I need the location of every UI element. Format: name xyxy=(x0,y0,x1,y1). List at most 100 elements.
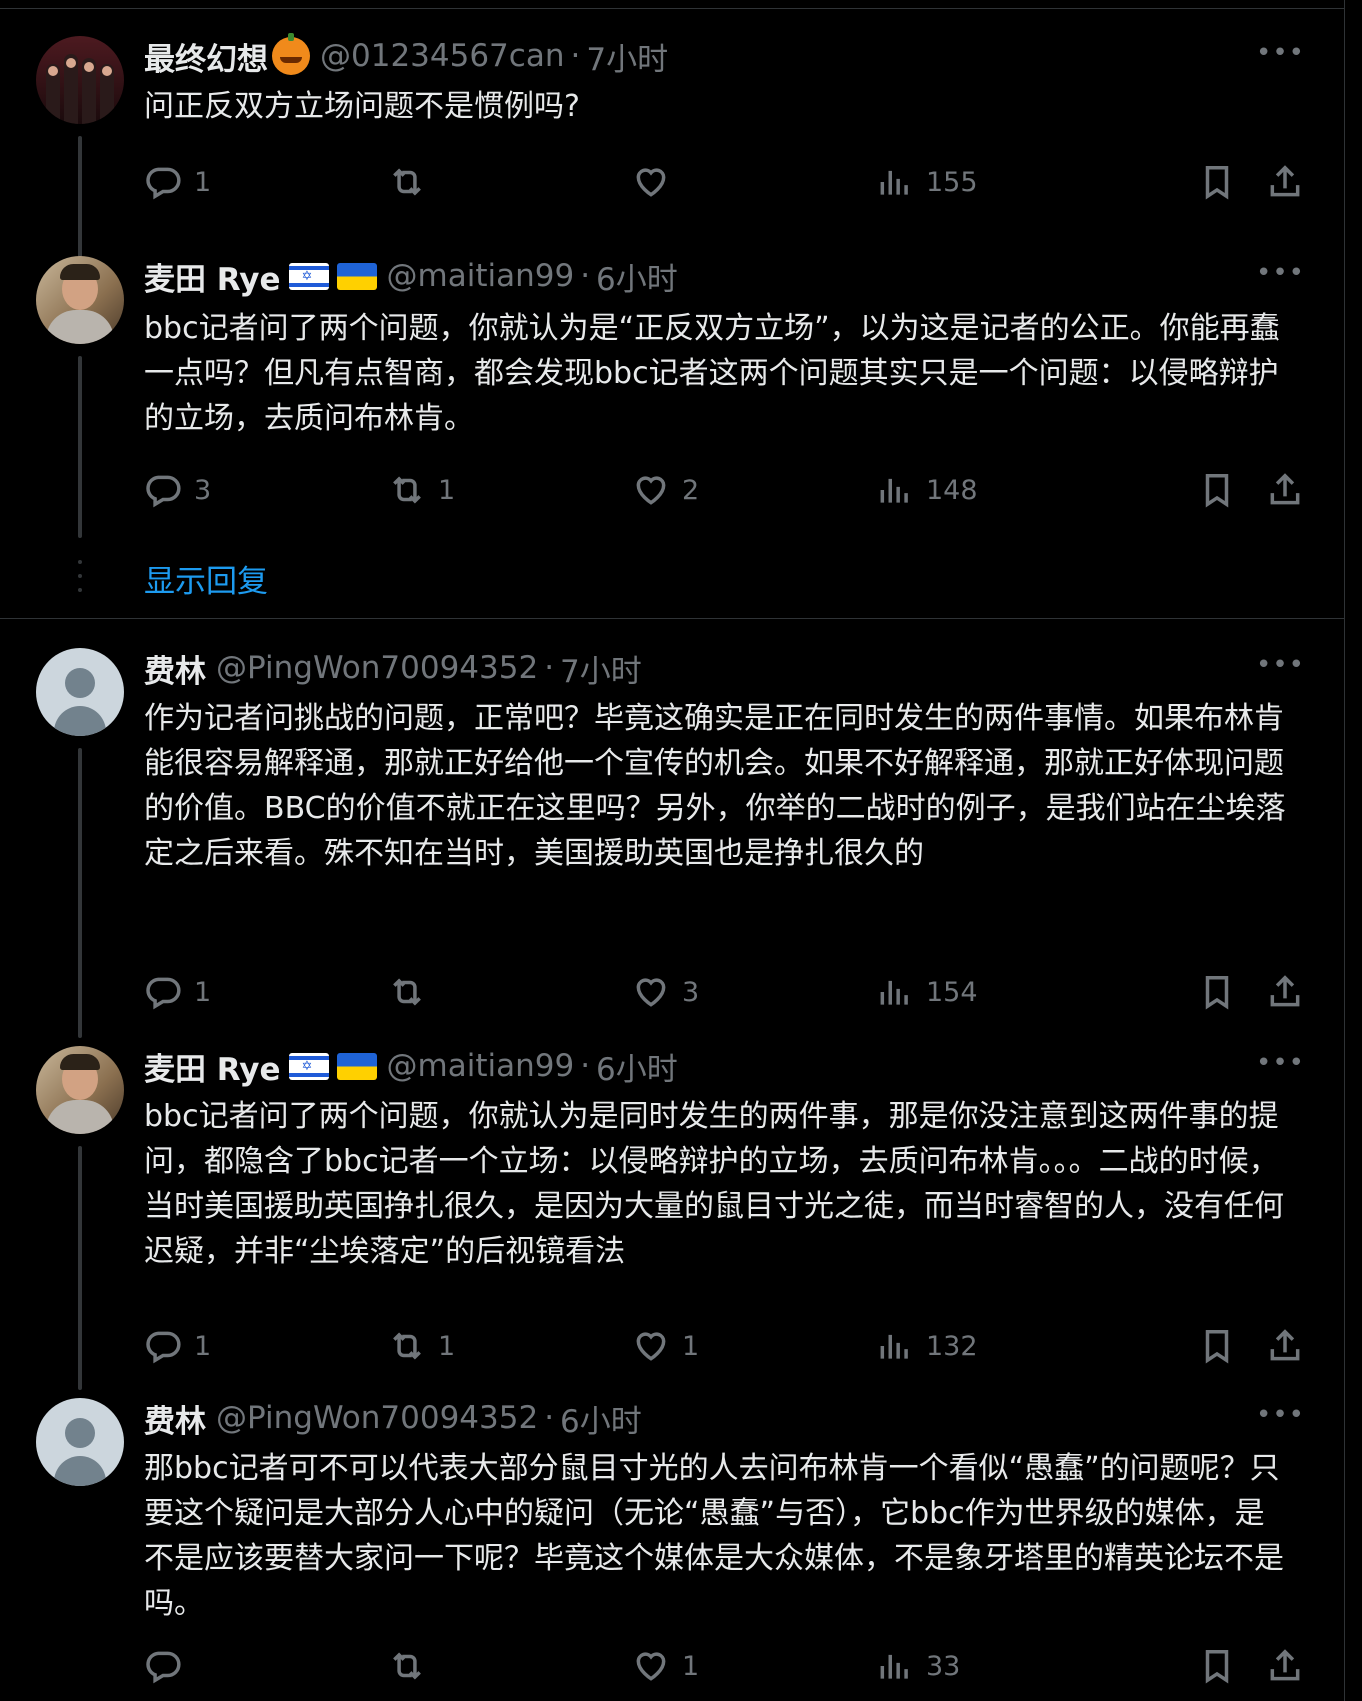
tweet-text: bbc记者问了两个问题，你就认为是“正反双方立场”，以为这是记者的公正。你能再蠢… xyxy=(144,311,1280,436)
thread-line xyxy=(78,1146,82,1390)
retweet-count: 1 xyxy=(438,474,456,506)
display-name[interactable]: 麦田 Rye xyxy=(144,1044,281,1089)
timestamp[interactable]: 6小时 xyxy=(560,1396,642,1441)
separator-dot: · xyxy=(580,258,591,294)
reply-button[interactable] xyxy=(144,1644,194,1688)
like-button[interactable]: 1 xyxy=(632,1644,699,1688)
share-button[interactable] xyxy=(1266,1324,1316,1368)
views-button[interactable]: 155 xyxy=(876,160,978,204)
retweet-icon xyxy=(393,476,421,504)
user-handle[interactable]: @PingWon70094352 xyxy=(216,1400,538,1436)
action-bar: 1 155 xyxy=(144,160,1314,204)
tweet-header: 最终幻想 @01234567can · 7小时 xyxy=(144,33,668,79)
display-name[interactable]: 最终幻想 xyxy=(144,34,268,79)
reply-button[interactable]: 1 xyxy=(144,1324,211,1368)
views-button[interactable]: 148 xyxy=(876,468,978,512)
share-button[interactable] xyxy=(1266,970,1316,1014)
heart-icon xyxy=(636,1652,666,1681)
share-icon xyxy=(1270,975,1300,1007)
reply-count: 1 xyxy=(194,166,212,198)
user-handle[interactable]: @01234567can xyxy=(320,38,564,74)
bookmark-button[interactable] xyxy=(1198,1644,1248,1688)
like-count: 1 xyxy=(682,1330,700,1362)
reply-icon xyxy=(146,1651,181,1684)
views-button[interactable]: 33 xyxy=(876,1644,960,1688)
reply-icon xyxy=(146,167,181,200)
separator-dot: · xyxy=(580,1048,591,1084)
israel-flag-icon: ✡ xyxy=(288,262,329,290)
more-options-icon[interactable]: ••• xyxy=(1256,650,1304,686)
retweet-button[interactable] xyxy=(388,160,438,204)
display-name[interactable]: 麦田 Rye xyxy=(144,254,281,299)
share-button[interactable] xyxy=(1266,468,1316,512)
reply-button[interactable]: 1 xyxy=(144,160,211,204)
tweet-text: bbc记者问了两个问题，你就认为是同时发生的两件事，那是你没注意到这两件事的提问… xyxy=(144,1099,1284,1269)
bookmark-button[interactable] xyxy=(1198,160,1248,204)
like-count: 1 xyxy=(682,1650,700,1682)
display-name[interactable]: 费林 xyxy=(144,1396,206,1441)
avatar[interactable] xyxy=(36,256,124,344)
timestamp[interactable]: 7小时 xyxy=(560,646,642,691)
view-count: 132 xyxy=(926,1330,978,1362)
bookmark-icon xyxy=(1205,1330,1229,1364)
reply-count: 1 xyxy=(194,1330,212,1362)
avatar[interactable] xyxy=(36,1398,124,1486)
share-button[interactable] xyxy=(1266,160,1316,204)
user-handle[interactable]: @PingWon70094352 xyxy=(216,650,538,686)
tweet-text: 作为记者问挑战的问题，正常吧？毕竟这确实是正在同时发生的两件事情。如果布林肯能很… xyxy=(144,701,1286,871)
bookmark-button[interactable] xyxy=(1198,468,1248,512)
thread-line xyxy=(78,356,82,538)
user-handle[interactable]: @maitian99 xyxy=(387,258,575,294)
tweet[interactable]: 麦田 Rye ✡ @maitian99 · 6小时 ••• bbc记者问了两个问… xyxy=(0,256,1344,546)
heart-icon xyxy=(636,1332,666,1361)
display-name[interactable]: 费林 xyxy=(144,646,206,691)
retweet-button[interactable]: 1 xyxy=(388,468,455,512)
reply-button[interactable]: 3 xyxy=(144,468,211,512)
retweet-button[interactable] xyxy=(388,1644,438,1688)
action-bar: 1 1 1 132 xyxy=(144,1324,1314,1368)
divider xyxy=(0,618,1344,619)
user-handle[interactable]: @maitian99 xyxy=(387,1048,575,1084)
bookmark-icon xyxy=(1205,1650,1229,1684)
share-button[interactable] xyxy=(1266,1644,1316,1688)
more-options-icon[interactable]: ••• xyxy=(1256,38,1304,74)
retweet-icon xyxy=(393,978,421,1006)
retweet-button[interactable] xyxy=(388,970,438,1014)
avatar[interactable] xyxy=(36,36,124,124)
like-button[interactable] xyxy=(632,160,682,204)
avatar[interactable] xyxy=(36,648,124,736)
tweet[interactable]: 最终幻想 @01234567can · 7小时 ••• 问正反双方立场问题不是惯… xyxy=(0,33,1344,282)
like-button[interactable]: 2 xyxy=(632,468,699,512)
tweet[interactable]: 费林 @PingWon70094352 · 7小时 ••• 作为记者问挑战的问题… xyxy=(0,648,1344,1038)
like-button[interactable]: 3 xyxy=(632,970,699,1014)
view-count: 33 xyxy=(926,1650,961,1682)
ukraine-flag-icon xyxy=(336,1052,377,1080)
timestamp[interactable]: 6小时 xyxy=(596,1044,678,1089)
timestamp[interactable]: 7小时 xyxy=(586,34,668,79)
timestamp[interactable]: 6小时 xyxy=(596,254,678,299)
bookmark-icon xyxy=(1205,166,1229,200)
show-replies-link[interactable]: 显示回复 xyxy=(144,556,268,601)
retweet-button[interactable]: 1 xyxy=(388,1324,455,1368)
views-button[interactable]: 132 xyxy=(876,1324,978,1368)
share-icon xyxy=(1270,1649,1300,1681)
more-options-icon[interactable]: ••• xyxy=(1256,258,1304,294)
more-options-icon[interactable]: ••• xyxy=(1256,1400,1304,1436)
bookmark-button[interactable] xyxy=(1198,970,1248,1014)
action-bar: 1 33 xyxy=(144,1644,1314,1688)
thread-dots xyxy=(78,560,82,602)
reply-button[interactable]: 1 xyxy=(144,970,211,1014)
more-options-icon[interactable]: ••• xyxy=(1256,1048,1304,1084)
views-button[interactable]: 154 xyxy=(876,970,978,1014)
tweet[interactable]: 麦田 Rye ✡ @maitian99 · 6小时 ••• bbc记者问了两个问… xyxy=(0,1046,1344,1390)
reply-thread: 最终幻想 @01234567can · 7小时 ••• 问正反双方立场问题不是惯… xyxy=(0,0,1345,1701)
analytics-icon xyxy=(880,1334,908,1359)
like-button[interactable]: 1 xyxy=(632,1324,699,1368)
bookmark-button[interactable] xyxy=(1198,1324,1248,1368)
ukraine-flag-icon xyxy=(336,262,377,290)
tweet-text: 问正反双方立场问题不是惯例吗? xyxy=(144,89,580,124)
heart-icon xyxy=(636,476,666,505)
avatar[interactable] xyxy=(36,1046,124,1134)
tweet[interactable]: 费林 @PingWon70094352 · 6小时 ••• 那bbc记者可不可以… xyxy=(0,1398,1344,1701)
retweet-icon xyxy=(393,168,421,196)
